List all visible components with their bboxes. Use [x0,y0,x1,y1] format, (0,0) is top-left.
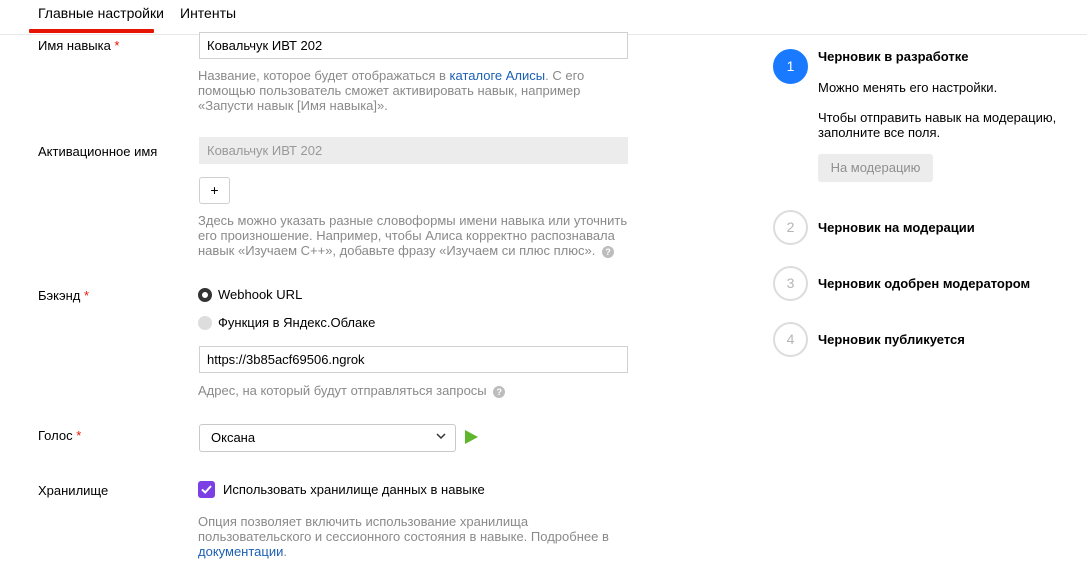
step-3-title: Черновик одобрен модератором [818,276,1031,291]
cloud-function-radio[interactable] [198,316,212,330]
webhook-radio-label[interactable]: Webhook URL [218,287,302,303]
webhook-url-input[interactable]: https://3b85acf69506.ngrok [199,346,628,373]
step-1-text: Можно менять его настройки. [818,80,998,95]
voice-select[interactable]: Оксана [199,424,456,452]
storage-checkbox[interactable] [198,481,215,498]
step-1-requirements: Чтобы отправить навык на модерацию, запо… [818,110,1057,140]
activation-name-label: Активационное имя [38,144,158,159]
play-voice-icon[interactable] [465,430,478,444]
storage-label: Хранилище [38,483,109,498]
webhook-url-hint: Адрес, на который будут отправляться зап… [198,383,628,398]
tab-bar: Главные настройки Интенты [0,0,1087,35]
help-icon[interactable]: ? [493,385,506,398]
backend-label: Бэкэнд * [38,288,90,303]
skill-name-hint: Название, которое будет отображаться в к… [198,68,585,113]
documentation-link[interactable]: документации [198,544,283,559]
storage-checkbox-label[interactable]: Использовать хранилище данных в навыке [223,482,485,498]
cloud-function-radio-label[interactable]: Функция в Яндекс.Облаке [218,315,375,331]
send-to-moderation-button[interactable]: На модерацию [818,154,933,182]
activation-name-input[interactable]: Ковальчук ИВТ 202 [199,137,628,164]
activation-name-hint: Здесь можно указать разные словоформы им… [198,213,628,258]
help-icon[interactable]: ? [601,245,614,258]
skill-name-input[interactable]: Ковальчук ИВТ 202 [199,32,628,59]
webhook-radio[interactable] [198,288,212,302]
add-activation-name-button[interactable]: + [199,177,230,204]
step-4-title: Черновик публикуется [818,332,965,347]
step-3-indicator: 3 [773,266,808,301]
alice-catalog-link[interactable]: каталоге Алисы [450,68,546,83]
step-1-title: Черновик в разработке [818,49,969,64]
tab-main-settings[interactable]: Главные настройки [38,5,164,21]
voice-label: Голос * [38,428,82,443]
step-1-indicator: 1 [773,49,808,84]
tab-intents[interactable]: Интенты [180,5,236,21]
step-4-indicator: 4 [773,322,808,357]
skill-name-label: Имя навыка * [38,38,120,53]
step-2-indicator: 2 [773,210,808,245]
check-icon [201,485,212,494]
active-tab-indicator [29,29,154,33]
step-2-title: Черновик на модерации [818,220,975,235]
storage-hint: Опция позволяет включить использование х… [198,514,609,559]
chevron-down-icon [436,433,446,440]
